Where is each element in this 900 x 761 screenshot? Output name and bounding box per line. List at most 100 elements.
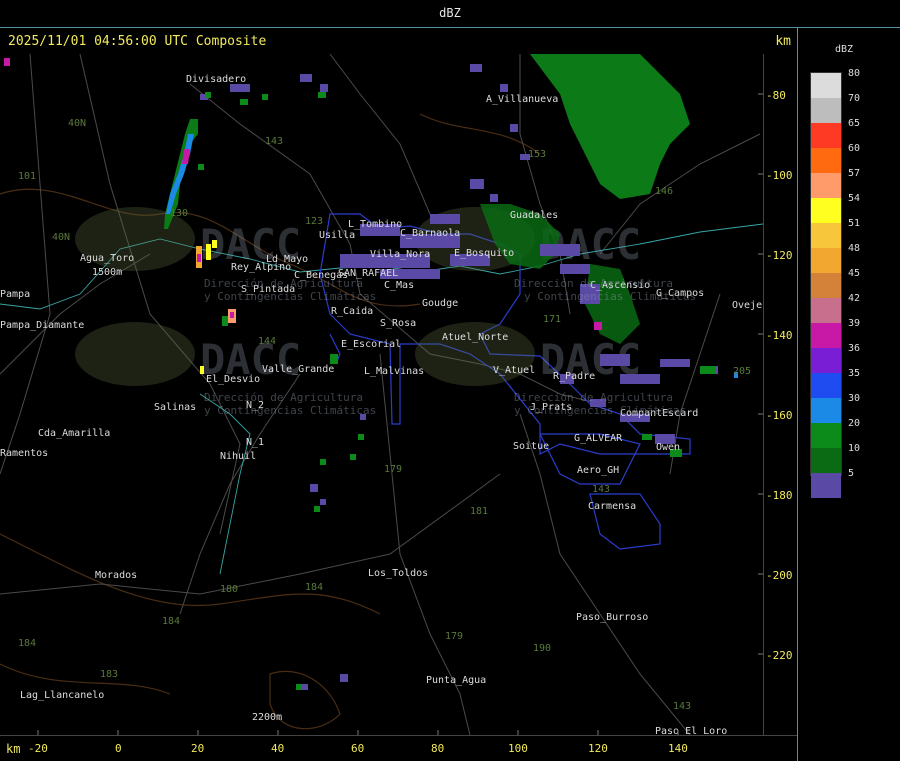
route-label: 181 xyxy=(470,506,488,517)
place-label: G_ALVEAR xyxy=(574,433,623,444)
timestamp-label: 2025/11/01 04:56:00 UTC Composite xyxy=(8,34,267,49)
legend-label: 42 xyxy=(848,293,861,304)
x-tick: 100 xyxy=(508,742,528,755)
place-label: Pampa_Diamante xyxy=(0,320,84,331)
y-tick: -100 xyxy=(766,169,793,182)
x-tick: 40 xyxy=(271,742,285,755)
y-tick: -80 xyxy=(766,89,786,102)
x-tick: 80 xyxy=(431,742,445,755)
place-label: Divisadero xyxy=(186,74,246,85)
legend-label: 51 xyxy=(848,218,861,229)
route-label: 205 xyxy=(733,366,751,377)
place-label: Morados xyxy=(95,570,137,581)
svg-text:Dirección de Agricultura: Dirección de Agricultura xyxy=(514,391,673,404)
window-title: dBZ xyxy=(439,6,461,20)
legend-label: 57 xyxy=(848,168,861,179)
route-label: 143 xyxy=(592,484,610,495)
window-title-bar: dBZ xyxy=(0,0,900,28)
place-label: Soitue xyxy=(513,441,549,452)
place-label: Pampa xyxy=(0,289,30,300)
place-label: 1500m xyxy=(92,267,122,278)
legend-swatch xyxy=(811,123,841,148)
legend-swatch xyxy=(811,73,841,98)
map-right-edge xyxy=(763,54,764,735)
place-label: L_Tombino xyxy=(348,219,402,230)
place-label: Carmensa xyxy=(588,501,636,512)
place-label: R_Caida xyxy=(331,306,373,317)
x-axis-unit: km xyxy=(6,742,21,756)
route-label: 144 xyxy=(258,336,276,347)
place-label: Aero_GH xyxy=(577,465,619,476)
route-label: 184 xyxy=(162,616,180,627)
radar-map-svg: DACC DACC DACC DACC 143 153 146 101 40N … xyxy=(0,53,780,737)
y-axis-unit: km xyxy=(775,34,791,49)
route-label: 184 xyxy=(305,582,323,593)
route-label: 179 xyxy=(384,464,402,475)
place-label: Owen xyxy=(656,442,680,453)
legend-swatch xyxy=(811,398,841,423)
legend-swatch xyxy=(811,148,841,173)
place-label: A_Villanueva xyxy=(486,94,558,105)
legend-swatch xyxy=(811,473,841,498)
legend-label: 45 xyxy=(848,268,861,279)
place-label: Cda_Amarilla xyxy=(38,428,110,439)
route-label: 153 xyxy=(528,149,546,160)
x-tick: 0 xyxy=(115,742,122,755)
x-tick: -20 xyxy=(28,742,48,755)
legend-label: 39 xyxy=(848,318,861,329)
place-label: Villa_Nora xyxy=(370,249,430,260)
route-label: 40N xyxy=(52,232,70,243)
legend-swatch xyxy=(811,173,841,198)
route-label: 143 xyxy=(673,701,691,712)
legend-swatch xyxy=(811,223,841,248)
route-label: 183 xyxy=(100,669,118,680)
legend-swatch xyxy=(811,323,841,348)
place-label: Salinas xyxy=(154,402,196,413)
legend-swatch xyxy=(811,198,841,223)
svg-text:y Contingencias Climáticas: y Contingencias Climáticas xyxy=(514,404,686,417)
legend-label: 65 xyxy=(848,118,861,129)
legend-label: 60 xyxy=(848,143,861,154)
dbz-legend: dBZ 80 70 65 60 57 54 51 48 45 42 39 36 35 30 20 10 5 xyxy=(805,40,897,498)
route-label: 130 xyxy=(170,208,188,219)
y-tick: -180 xyxy=(766,489,793,502)
route-label: 146 xyxy=(655,186,673,197)
svg-text:Dirección de Agricultura: Dirección de Agricultura xyxy=(514,277,673,290)
place-label: Ramentos xyxy=(0,448,48,459)
legend-swatch xyxy=(811,298,841,323)
x-tick: 60 xyxy=(351,742,365,755)
place-label: Valle_Grande xyxy=(262,364,334,375)
legend-label: 20 xyxy=(848,418,861,429)
route-label: 101 xyxy=(18,171,36,182)
y-tick: -220 xyxy=(766,649,793,662)
place-label: E_Bosquito xyxy=(454,248,514,259)
place-label: Los_Toldos xyxy=(368,568,428,579)
place-label: Lag_Llancanelo xyxy=(20,690,104,701)
legend-label: 5 xyxy=(848,468,855,479)
legend-label: 54 xyxy=(848,193,861,204)
radar-map[interactable]: DACC DACC DACC DACC 143 153 146 101 40N … xyxy=(0,53,780,737)
svg-text:Dirección de Agricultura: Dirección de Agricultura xyxy=(204,391,363,404)
legend-swatch xyxy=(811,448,841,473)
radar-header: 2025/11/01 04:56:00 UTC Composite km xyxy=(0,28,797,53)
legend-swatch xyxy=(811,423,841,448)
place-label: Paso_El_Loro xyxy=(655,726,727,735)
legend-title: dBZ xyxy=(835,44,854,55)
legend-label: 70 xyxy=(848,93,861,104)
place-label: 2200m xyxy=(252,712,282,723)
y-tick: -160 xyxy=(766,409,793,422)
place-label: C_Barnaola xyxy=(400,228,460,239)
svg-text:y Contingencias Climáticas: y Contingencias Climáticas xyxy=(524,290,696,303)
x-tick: 120 xyxy=(588,742,608,755)
svg-text:y Contingencias Climáticas: y Contingencias Climáticas xyxy=(204,290,376,303)
legend-label: 10 xyxy=(848,443,861,454)
place-label: V_Atuel xyxy=(493,365,535,376)
place-label: Ld_Mayo xyxy=(266,254,308,265)
route-label: 171 xyxy=(543,314,561,325)
legend-swatch xyxy=(811,373,841,398)
place-label: El_Desvio xyxy=(206,374,260,385)
route-label: 190 xyxy=(533,643,551,654)
y-tick: -120 xyxy=(766,249,793,262)
legend-divider xyxy=(797,28,798,761)
place-label: E_Escorial xyxy=(341,339,401,350)
